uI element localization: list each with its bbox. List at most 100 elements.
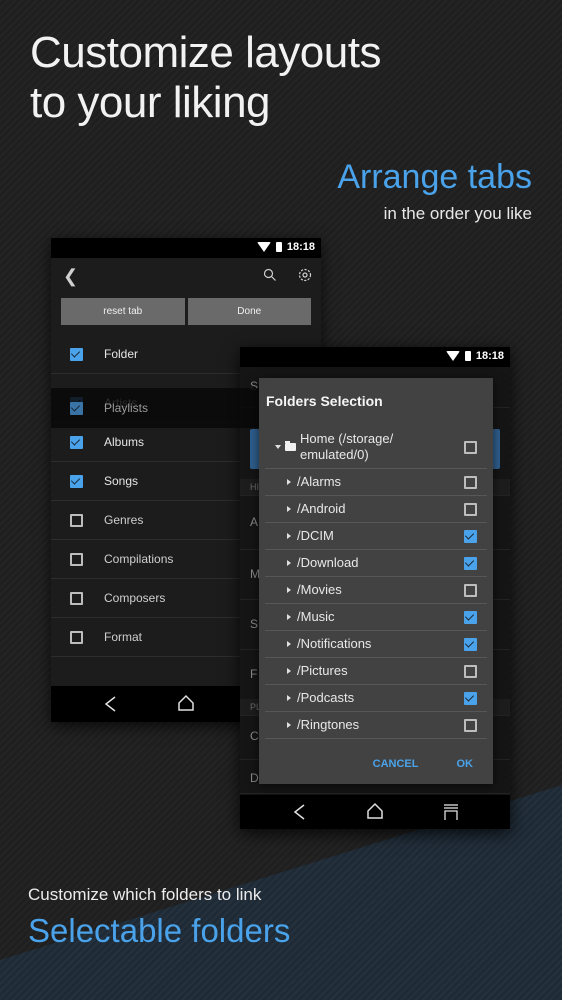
folder-checkbox[interactable] (464, 718, 477, 732)
expand-arrow-icon[interactable] (287, 479, 291, 485)
folder-checkbox[interactable] (464, 637, 477, 651)
wifi-icon (445, 351, 460, 361)
folders-selection-dialog: Folders Selection Home (/storage/ emulat… (259, 378, 493, 784)
dialog-title: Folders Selection (266, 393, 383, 409)
expand-arrow-icon[interactable] (287, 560, 291, 566)
toolbar: ❮ (51, 258, 321, 296)
folder-row[interactable]: /Ringtones (265, 712, 487, 739)
folder-name: /Podcasts (297, 690, 355, 705)
tab-checkbox[interactable] (70, 474, 83, 488)
tab-checkbox[interactable] (70, 513, 83, 527)
folder-row[interactable]: /Notifications (265, 631, 487, 658)
folder-name: /Pictures (297, 663, 348, 678)
folder-row[interactable]: /Movies (265, 577, 487, 604)
wifi-icon (256, 242, 271, 252)
tab-label: Songs (104, 474, 139, 488)
nav-recent-apps-icon[interactable] (443, 803, 459, 826)
bg-text: C (250, 729, 259, 743)
headline-line-1: Customize layouts (30, 28, 381, 77)
home-label-line-2: emulated/0) (300, 447, 369, 462)
folder-name: Home (/storage/ emulated/0) (300, 431, 393, 463)
folder-name: /Download (297, 555, 359, 570)
folder-checkbox[interactable] (464, 556, 477, 570)
battery-icon (275, 242, 282, 252)
tab-label: Compilations (104, 552, 174, 566)
bg-text: F (250, 667, 258, 681)
tab-label: Genres (104, 513, 144, 527)
expand-arrow-icon[interactable] (287, 695, 291, 701)
expand-arrow-icon[interactable] (287, 641, 291, 647)
folder-checkbox[interactable] (464, 440, 477, 454)
folder-row[interactable]: /Android (265, 496, 487, 523)
tab-checkbox[interactable] (70, 435, 83, 449)
navigation-bar (240, 795, 510, 829)
expand-arrow-icon[interactable] (287, 506, 291, 512)
promo-headline: Customize layouts to your liking (30, 28, 381, 128)
collapse-arrow-icon[interactable] (275, 445, 281, 449)
folder-list: Home (/storage/ emulated/0) /Alarms /And… (265, 426, 487, 739)
folder-row[interactable]: /Pictures (265, 658, 487, 685)
nav-home-icon[interactable] (177, 694, 195, 717)
folder-icon (285, 441, 296, 451)
tab-checkbox[interactable] (70, 347, 83, 361)
folder-name: /Alarms (297, 474, 342, 489)
tab-label: Composers (104, 591, 166, 605)
folders-title: Selectable folders (28, 912, 291, 949)
tab-label: Folder (104, 347, 139, 361)
status-bar: 18:18 (240, 347, 510, 367)
folder-name: /Notifications (297, 636, 372, 651)
folder-row[interactable]: /Download (265, 550, 487, 577)
folder-name: /Music (297, 609, 335, 624)
phone-folder-selection: 18:18 S HI A M S F PL C D Folders Select… (240, 347, 510, 829)
expand-arrow-icon[interactable] (287, 533, 291, 539)
status-time: 18:18 (286, 241, 315, 253)
dragging-tab-label: Playlists (104, 401, 149, 415)
tab-checkbox[interactable] (70, 401, 83, 415)
bg-text: HI (250, 482, 259, 492)
tab-checkbox[interactable] (70, 591, 83, 605)
expand-arrow-icon[interactable] (287, 668, 291, 674)
folders-subtitle: Customize which folders to link (28, 885, 262, 904)
expand-arrow-icon[interactable] (287, 614, 291, 620)
folder-name: /Movies (297, 582, 342, 597)
folder-row[interactable]: /Music (265, 604, 487, 631)
folder-row[interactable]: /Podcasts (265, 685, 487, 712)
bg-text: S (250, 617, 259, 631)
back-icon[interactable]: ❮ (63, 266, 78, 287)
folder-row[interactable]: /DCIM (265, 523, 487, 550)
headline-line-2: to your liking (30, 78, 271, 127)
folder-checkbox[interactable] (464, 502, 477, 516)
status-time: 18:18 (475, 350, 504, 362)
nav-back-icon[interactable] (292, 803, 306, 826)
expand-arrow-icon[interactable] (287, 587, 291, 593)
gear-icon[interactable] (297, 267, 313, 288)
arrange-tabs-title: Arrange tabs (337, 158, 532, 196)
bg-text: A (250, 515, 259, 529)
folder-name: /Android (297, 501, 346, 516)
arrange-tabs-subtitle: in the order you like (383, 204, 532, 223)
search-icon[interactable] (263, 268, 277, 287)
status-bar: 18:18 (51, 238, 321, 258)
ok-button[interactable]: OK (457, 758, 474, 770)
folder-name: /Ringtones (297, 717, 360, 732)
nav-back-icon[interactable] (103, 695, 117, 718)
battery-icon (464, 351, 471, 361)
tab-checkbox[interactable] (70, 552, 83, 566)
folder-row-home[interactable]: Home (/storage/ emulated/0) (265, 426, 487, 469)
folder-checkbox[interactable] (464, 475, 477, 489)
bg-text: D (250, 771, 259, 785)
home-label-line-1: Home (/storage/ (300, 431, 394, 446)
folder-checkbox[interactable] (464, 610, 477, 624)
expand-arrow-icon[interactable] (287, 722, 291, 728)
folder-checkbox[interactable] (464, 583, 477, 597)
reset-tab-button[interactable]: reset tab (61, 298, 185, 325)
folder-checkbox[interactable] (464, 691, 477, 705)
folder-checkbox[interactable] (464, 529, 477, 543)
done-button[interactable]: Done (187, 298, 311, 325)
cancel-button[interactable]: CANCEL (373, 758, 419, 770)
folder-row[interactable]: /Alarms (265, 469, 487, 496)
tab-checkbox[interactable] (70, 630, 83, 644)
nav-home-icon[interactable] (366, 802, 384, 825)
folder-checkbox[interactable] (464, 664, 477, 678)
tab-label: Format (104, 630, 143, 644)
